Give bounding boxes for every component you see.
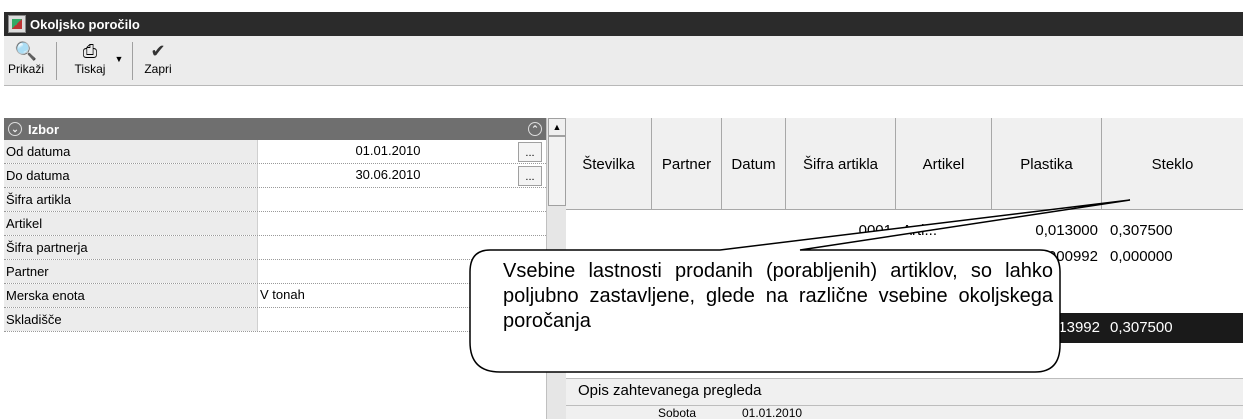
print-dropdown-arrow[interactable]: ▼ [112,54,126,96]
column-header[interactable]: Datum [722,118,786,210]
param-label: Artikel [4,212,258,235]
total-steklo: 0,307500 [1110,319,1173,336]
column-header[interactable]: Steklo [1102,118,1243,210]
grid-cell[interactable]: 0001 [786,218,896,244]
grid-header: Številka Partner Datum Šifra artikla Art… [566,118,1243,210]
window-title: Okoljsko poročilo [30,16,140,32]
title-bar: Okoljsko poročilo [4,12,1243,36]
description-section: Opis zahtevanega pregleda Sobota 01.01.2… [566,378,1243,420]
param-label: Merska enota [4,284,258,307]
item-field[interactable] [258,212,516,235]
report-window: Okoljsko poročilo 🔍 Prikaži ⎙ Tiskaj ▼ ✔… [0,0,1243,420]
description-title: Opis zahtevanega pregleda [578,382,762,399]
param-label: Od datuma [4,140,258,163]
param-row: Merska enota V tonah ▼ [4,284,546,308]
unit-select[interactable]: V tonah [258,284,516,307]
param-row: Partner [4,260,546,284]
date-from-field[interactable]: 01.01.2010 [258,140,516,163]
param-label: Šifra partnerja [4,236,258,259]
collapse-up-icon[interactable]: ⌃ [528,122,542,136]
param-label: Do datuma [4,164,258,187]
param-label: Šifra artikla [4,188,258,211]
column-header[interactable]: Šifra artikla [786,118,896,210]
close-button[interactable]: ✔ Zapri [138,40,178,82]
scroll-up-icon[interactable]: ▲ [548,118,566,136]
grid-cell[interactable]: Arti... [896,218,992,244]
checkmark-icon: ✔ [150,41,166,61]
column-header[interactable]: Številka [566,118,652,210]
totals-row: 0,013992 0,307500 [1030,313,1243,343]
column-header[interactable]: Artikel [896,118,992,210]
grid-cell[interactable]: 0,013000 [992,218,1102,244]
param-row: Šifra partnerja [4,236,546,260]
toolbar-separator [56,42,57,80]
item-code-field[interactable] [258,188,516,211]
param-label: Skladišče [4,308,258,331]
scroll-thumb[interactable] [548,136,566,206]
app-icon [8,15,26,33]
grid-cell[interactable]: 0,307500 [1102,218,1243,244]
panel-title: Izbor [28,121,60,137]
param-row: Od datuma 01.01.2010 ... [4,140,546,164]
row-cell: 01.01.2010 [742,406,803,420]
collapse-icon: ⌄ [8,122,22,136]
print-button[interactable]: ⎙ Tiskaj [70,40,110,82]
panel-header[interactable]: ⌄ Izbor ⌃ [4,118,546,140]
grid-cell[interactable]: 0,000000 [1102,244,1243,270]
partner-field[interactable] [258,260,516,283]
partner-code-field[interactable] [258,236,516,259]
column-header[interactable]: Plastika [992,118,1102,210]
preview-icon: 🔍 [14,41,38,61]
ellipsis-button[interactable]: ... [518,166,542,186]
column-header[interactable]: Partner [652,118,722,210]
param-row: Šifra artikla [4,188,546,212]
param-row: Artikel [4,212,546,236]
description-row: Sobota 01.01.2010 [566,405,1243,420]
param-row: Skladišče ▼ [4,308,546,332]
warehouse-select[interactable] [258,308,516,331]
callout-text: Vsebine lastnosti prodanih (porabljenih)… [503,260,1053,332]
toolbar: 🔍 Prikaži ⎙ Tiskaj ▼ ✔ Zapri [4,36,1243,86]
param-row: Do datuma 30.06.2010 ... [4,164,546,188]
printer-icon: ⎙ [82,41,98,61]
row-cell: Sobota [658,406,697,420]
param-label: Partner [4,260,258,283]
preview-button[interactable]: 🔍 Prikaži [6,40,46,82]
toolbar-separator [132,42,133,80]
ellipsis-button[interactable]: ... [518,142,542,162]
date-to-field[interactable]: 30.06.2010 [258,164,516,187]
